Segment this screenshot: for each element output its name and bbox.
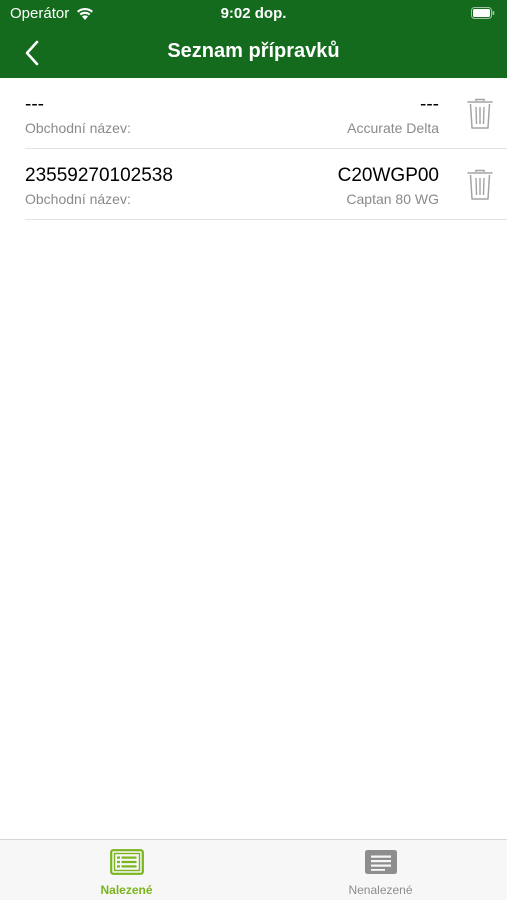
product-code: --- [25, 94, 44, 115]
tab-not-found[interactable]: Nenalezené [254, 840, 507, 900]
list-icon [364, 850, 397, 874]
trade-name-value: Captan 80 WG [346, 191, 439, 207]
trash-icon [467, 169, 493, 200]
tab-found[interactable]: Nalezené [0, 840, 253, 900]
product-code: 23559270102538 [25, 165, 173, 186]
nav-bar: Seznam přípravků [0, 30, 507, 76]
list-item[interactable]: --- --- Obchodní název: Accurate Delta [25, 78, 507, 149]
trade-name-value: Accurate Delta [347, 120, 439, 136]
tab-found-label: Nalezené [100, 883, 153, 897]
list-item[interactable]: 23559270102538 C20WGP00 Obchodní název: … [25, 149, 507, 220]
battery-icon [471, 7, 495, 19]
trade-name-label: Obchodní název: [25, 191, 131, 207]
delete-button[interactable] [467, 169, 493, 201]
trade-name-label: Obchodní název: [25, 120, 131, 136]
product-id: C20WGP00 [337, 165, 439, 186]
status-bar: Operátor 9:02 dop. [0, 0, 507, 28]
product-list: --- --- Obchodní název: Accurate Delta 2… [0, 78, 507, 220]
tab-not-found-label: Nenalezené [348, 883, 413, 897]
status-time: 9:02 dop. [220, 5, 287, 22]
screen: Operátor 9:02 dop. Seznam přípravků --- … [0, 0, 507, 900]
header: Operátor 9:02 dop. Seznam přípravků [0, 0, 507, 78]
trash-icon [467, 98, 493, 129]
delete-button[interactable] [467, 98, 493, 130]
list-icon [109, 849, 144, 875]
product-id: --- [420, 94, 439, 115]
tab-bar: Nalezené Nenalezené [0, 839, 507, 900]
page-title: Seznam přípravků [167, 40, 340, 62]
